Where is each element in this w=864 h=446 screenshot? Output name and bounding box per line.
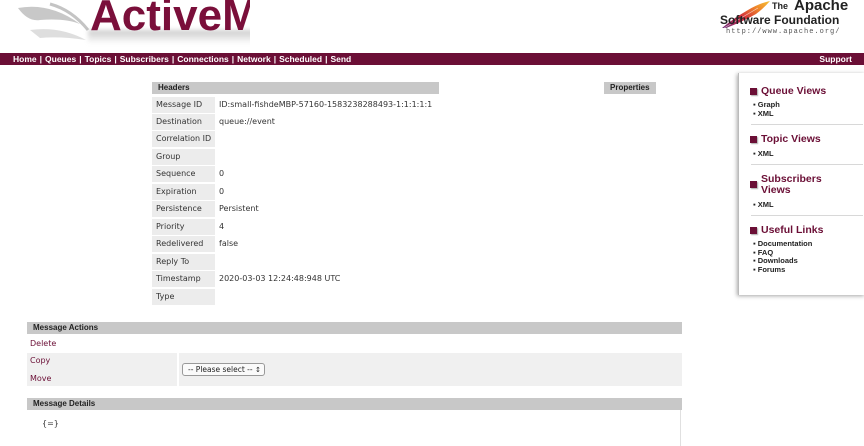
delete-link[interactable]: Delete: [30, 339, 56, 348]
header-row-persistence: Persistence Persistent: [152, 201, 442, 218]
header-row-sequence: Sequence 0: [152, 166, 442, 183]
header-label: Persistence: [152, 201, 215, 217]
header-label: Redelivered: [152, 236, 215, 252]
nav-separator: |: [231, 54, 235, 64]
sidebar-item-label: XML: [757, 200, 774, 209]
sidebar-item-label: Graph: [757, 100, 780, 109]
header-value: 0: [219, 187, 225, 196]
bullet-square-icon: [750, 88, 757, 95]
header-value: ID:small-fishdeMBP-57160-1583238288493-1…: [219, 100, 433, 109]
header-label: Sequence: [152, 166, 215, 182]
bullet-square-icon: [750, 181, 757, 188]
header-label: Priority: [152, 219, 215, 235]
header-row-group: Group: [152, 149, 442, 166]
apache-name-text: Apache: [794, 0, 849, 14]
nav-subscribers-link[interactable]: Subscribers: [120, 54, 169, 64]
nav-connections-link[interactable]: Connections: [177, 54, 228, 64]
header-value: 4: [219, 222, 225, 231]
nav-separator: |: [325, 54, 328, 64]
nav-separator: |: [39, 54, 43, 64]
header-row-reply-to: Reply To: [152, 254, 442, 271]
destination-queue-select[interactable]: -- Please select -- ↕: [182, 363, 265, 376]
header-value: false: [219, 239, 239, 248]
title-line: Views: [761, 184, 791, 196]
header-row-correlation-id: Correlation ID: [152, 131, 442, 148]
nav-home-link[interactable]: Home: [13, 54, 37, 64]
header-row-redelivered: Redelivered false: [152, 236, 442, 253]
logo-swoosh-icon: [18, 2, 90, 40]
sidebar-topic-views-title: Topic Views: [761, 133, 821, 145]
sidebar-item-forums[interactable]: ▪ Forums: [753, 265, 786, 275]
nav-queues-link[interactable]: Queues: [45, 54, 76, 64]
header-label: Reply To: [152, 254, 215, 270]
header-row-destination: Destination queue://event: [152, 114, 442, 131]
header-row-message-id: Message ID ID:small-fishdeMBP-57160-1583…: [152, 97, 442, 114]
header-value: queue://event: [219, 117, 275, 126]
sidebar-item-subscribers-xml[interactable]: ▪ XML: [753, 200, 774, 210]
header-row-expiration: Expiration 0: [152, 184, 442, 201]
nav-separator: |: [171, 54, 175, 64]
header-label: Destination: [152, 114, 215, 130]
header-value: Persistent: [219, 204, 259, 213]
activemq-logo[interactable]: ActiveMQ: [10, 0, 250, 52]
apache-foundation-text: Software Foundation: [720, 13, 840, 27]
move-target-area: -- Please select -- ↕: [179, 353, 682, 386]
header-value: 0: [219, 169, 225, 178]
sidebar-item-label: Forums: [757, 265, 786, 274]
nav-separator: |: [79, 54, 82, 64]
top-nav-bar: Home | Queues | Topics | Subscribers | Connectio…: [0, 53, 864, 65]
nav-links: Home | Queues | Topics | Subscribers | Connectio…: [13, 53, 351, 65]
nav-support-link[interactable]: Support: [819, 53, 852, 65]
select-arrows-icon: ↕: [255, 366, 261, 374]
header-label: Expiration: [152, 184, 215, 200]
nav-separator: |: [273, 54, 277, 64]
move-link[interactable]: Move: [30, 374, 51, 383]
bullet-square-icon: [750, 227, 757, 234]
sidebar-queue-views-title: Queue Views: [761, 85, 827, 97]
header-label: Group: [152, 149, 215, 165]
sidebar-item-topic-xml[interactable]: ▪ XML: [753, 149, 774, 159]
apache-logo[interactable]: The Apache Software Foundation http://ww…: [718, 0, 858, 40]
sidebar-useful-links-title: Useful Links: [761, 224, 824, 236]
nav-scheduled-link[interactable]: Scheduled: [279, 54, 322, 64]
nav-topics-link[interactable]: Topics: [85, 54, 112, 64]
page-header: ActiveMQ The Apache Software Foundation …: [0, 0, 864, 52]
header-value: 2020-03-03 12:24:48:948 UTC: [219, 274, 341, 283]
sidebar-item-label: XML: [757, 109, 774, 118]
sidebar-item-label: Downloads: [757, 256, 798, 265]
apache-the-text: The: [772, 1, 789, 11]
sidebar-item-label: XML: [757, 149, 774, 158]
header-row-timestamp: Timestamp 2020-03-03 12:24:48:948 UTC: [152, 271, 442, 288]
nav-send-link[interactable]: Send: [330, 54, 351, 64]
header-row-priority: Priority 4: [152, 219, 442, 236]
headers-section-title: Headers: [152, 82, 439, 94]
header-label: Message ID: [152, 97, 215, 113]
sidebar-divider: [751, 124, 863, 125]
message-body-text: {=}: [42, 419, 59, 428]
properties-section-title: Properties: [604, 82, 656, 94]
header-label: Timestamp: [152, 271, 215, 287]
message-details-panel: {=}: [27, 410, 681, 446]
message-actions-title: Message Actions: [27, 322, 682, 334]
bullet-square-icon: [750, 136, 757, 143]
header-label: Type: [152, 289, 215, 305]
apache-url-text: http://www.apache.org/: [726, 28, 841, 36]
nav-network-link[interactable]: Network: [237, 54, 271, 64]
sidebar-divider: [751, 164, 863, 165]
right-sidebar: Queue Views ▪ Graph ▪ XML Topic Views ▪ …: [738, 73, 864, 295]
copy-link[interactable]: Copy: [30, 356, 50, 365]
message-details-title: Message Details: [27, 398, 682, 410]
sidebar-item-queue-xml[interactable]: ▪ XML: [753, 109, 774, 119]
message-actions-panel: Delete Copy Move -- Please select -- ↕: [27, 334, 682, 386]
sidebar-subscribers-views-title: Subscribers Views: [761, 174, 822, 196]
logo-text: ActiveMQ: [90, 0, 250, 40]
nav-separator: |: [114, 54, 117, 64]
sidebar-item-label: Documentation: [757, 239, 813, 248]
header-label: Correlation ID: [152, 131, 215, 147]
select-value: -- Please select --: [188, 365, 253, 374]
sidebar-divider: [751, 215, 863, 216]
header-row-type: Type: [152, 289, 442, 306]
